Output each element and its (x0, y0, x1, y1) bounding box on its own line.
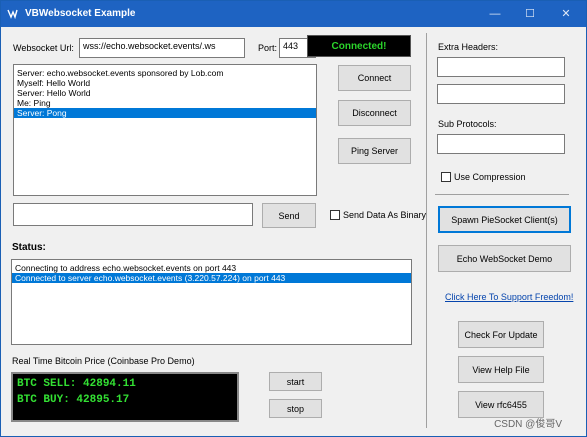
title-bar[interactable]: VBWebsocket Example — ☐ ✕ (1, 1, 586, 27)
watermark-text: CSDN @俊哥V (494, 419, 562, 430)
sub-protocols-label: Sub Protocols: (438, 119, 497, 129)
check-for-update-button[interactable]: Check For Update (458, 321, 544, 348)
extra-headers-label: Extra Headers: (438, 42, 499, 52)
message-item[interactable]: Myself: Hello World (14, 78, 316, 88)
send-binary-checkbox[interactable] (330, 210, 340, 220)
app-icon (7, 9, 18, 19)
extra-header-input-1[interactable] (437, 57, 565, 77)
message-item[interactable]: Server: echo.websocket.events sponsored … (14, 68, 316, 78)
view-help-file-button[interactable]: View Help File (458, 356, 544, 383)
websocket-url-input[interactable]: wss://echo.websocket.events/.ws (79, 38, 245, 58)
status-log-item-selected[interactable]: Connected to server echo.websocket.event… (12, 273, 411, 283)
btc-buy-price: BTC BUY: 42895.17 (17, 394, 130, 406)
status-log-list[interactable]: Connecting to address echo.websocket.eve… (11, 259, 412, 345)
right-panel-separator (435, 194, 569, 195)
ping-server-button[interactable]: Ping Server (338, 138, 411, 164)
use-compression-checkbox[interactable] (441, 172, 451, 182)
send-binary-label[interactable]: Send Data As Binary (343, 210, 426, 220)
disconnect-button[interactable]: Disconnect (338, 100, 411, 126)
websocket-url-label: Websocket Url: (13, 43, 74, 53)
port-label: Port: (258, 43, 278, 53)
message-list[interactable]: Server: echo.websocket.events sponsored … (13, 64, 317, 196)
bitcoin-heading: Real Time Bitcoin Price (Coinbase Pro De… (12, 356, 195, 366)
status-heading: Status: (12, 242, 46, 253)
send-message-input[interactable] (13, 203, 253, 226)
spawn-piesocket-button[interactable]: Spawn PieSocket Client(s) (438, 206, 571, 233)
close-icon[interactable]: ✕ (549, 1, 583, 27)
status-log-item[interactable]: Connecting to address echo.websocket.eve… (12, 263, 411, 273)
start-button[interactable]: start (269, 372, 322, 391)
bitcoin-price-display: BTC SELL: 42894.11 BTC BUY: 42895.17 (11, 372, 239, 422)
view-rfc6455-button[interactable]: View rfc6455 (458, 391, 544, 418)
btc-sell-price: BTC SELL: 42894.11 (17, 378, 136, 390)
window-title: VBWebsocket Example (25, 8, 136, 19)
maximize-icon[interactable]: ☐ (513, 1, 547, 27)
panel-divider (426, 33, 427, 428)
use-compression-label[interactable]: Use Compression (454, 172, 526, 182)
minimize-icon[interactable]: — (478, 1, 512, 27)
sub-protocols-input[interactable] (437, 134, 565, 154)
support-freedom-link[interactable]: Click Here To Support Freedom! (445, 292, 573, 302)
echo-websocket-demo-button[interactable]: Echo WebSocket Demo (438, 245, 571, 272)
stop-button[interactable]: stop (269, 399, 322, 418)
message-item[interactable]: Me: Ping (14, 98, 316, 108)
connection-status-indicator: Connected! (307, 35, 411, 57)
extra-header-input-2[interactable] (437, 84, 565, 104)
connect-button[interactable]: Connect (338, 65, 411, 91)
app-window: VBWebsocket Example — ☐ ✕ Websocket Url:… (0, 0, 587, 437)
message-item-selected[interactable]: Server: Pong (14, 108, 316, 118)
message-item[interactable]: Server: Hello World (14, 88, 316, 98)
send-button[interactable]: Send (262, 203, 316, 228)
